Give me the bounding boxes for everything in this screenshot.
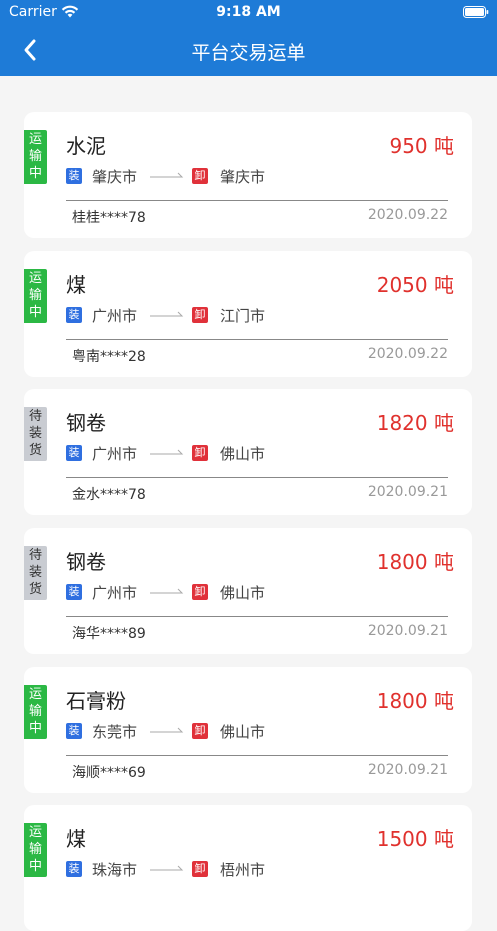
origin-city: 广州市 — [92, 583, 138, 602]
route: 装 肇庆市 卸 肇庆市 — [66, 166, 265, 186]
origin-city: 肇庆市 — [92, 167, 138, 186]
route-arrow-icon — [150, 311, 184, 317]
unload-tag: 卸 — [192, 723, 208, 739]
order-date: 2020.09.22 — [367, 207, 448, 223]
cargo-name: 水泥 — [66, 134, 106, 158]
divider — [66, 755, 448, 756]
divider — [66, 616, 448, 617]
status-badge: 待 装 货 — [24, 546, 47, 600]
route: 装 东莞市 卸 佛山市 — [66, 721, 265, 741]
page-title: 平台交易运单 — [191, 42, 306, 64]
status-char: 待 — [28, 548, 42, 563]
shipper-name: 桂桂****78 — [72, 210, 146, 226]
destination-city: 佛山市 — [220, 722, 266, 741]
status-badge: 运 输 中 — [24, 685, 47, 739]
status-char: 运 — [28, 132, 42, 147]
order-date: 2020.09.22 — [367, 346, 448, 362]
shipper-name: 粤南****28 — [72, 349, 146, 365]
route: 装 广州市 卸 佛山市 — [66, 443, 265, 463]
unload-tag: 卸 — [192, 861, 208, 877]
status-char: 中 — [28, 721, 42, 736]
cargo-weight: 1800 吨 — [376, 689, 454, 713]
destination-city: 肇庆市 — [220, 167, 266, 186]
destination-city: 佛山市 — [220, 444, 266, 463]
cargo-weight: 1800 吨 — [376, 550, 454, 574]
cargo-name: 煤 — [66, 273, 86, 297]
status-badge: 运 输 中 — [24, 823, 47, 877]
destination-city: 佛山市 — [220, 583, 266, 602]
status-bar: Carrier 9:18 AM — [0, 0, 497, 24]
cargo-weight: 2050 吨 — [376, 273, 454, 297]
route-arrow-icon — [150, 727, 184, 733]
order-date: 2020.09.21 — [367, 484, 448, 500]
cargo-weight: 1500 吨 — [376, 827, 454, 851]
order-date: 2020.09.21 — [367, 623, 448, 639]
origin-city: 珠海市 — [92, 860, 138, 879]
cargo-name: 煤 — [66, 827, 86, 851]
cargo-name: 石膏粉 — [66, 689, 126, 713]
destination-city: 梧州市 — [220, 860, 266, 879]
route-arrow-icon — [150, 865, 184, 871]
order-card[interactable]: 待 装 货 钢卷 1800 吨 装 广州市 卸 佛山市 海华****89 202… — [24, 528, 472, 654]
status-char: 输 — [28, 842, 42, 857]
origin-city: 广州市 — [92, 444, 138, 463]
status-char: 运 — [28, 825, 42, 840]
route: 装 广州市 卸 江门市 — [66, 305, 265, 325]
load-tag: 装 — [66, 584, 82, 600]
status-char: 输 — [28, 149, 42, 164]
route-arrow-icon — [150, 172, 184, 178]
origin-city: 广州市 — [92, 306, 138, 325]
nav-bar: 平台交易运单 — [0, 24, 497, 76]
order-card[interactable]: 运 输 中 煤 2050 吨 装 广州市 卸 江门市 粤南****28 2020… — [24, 251, 472, 377]
status-char: 运 — [28, 687, 42, 702]
status-badge: 运 输 中 — [24, 130, 47, 184]
status-char: 中 — [28, 305, 42, 320]
status-char: 运 — [28, 271, 42, 286]
status-char: 中 — [28, 166, 42, 181]
shipper-name: 海华****89 — [72, 626, 146, 642]
cargo-name: 钢卷 — [66, 550, 106, 574]
status-char: 货 — [28, 582, 42, 597]
route: 装 广州市 卸 佛山市 — [66, 582, 265, 602]
status-char: 中 — [28, 859, 42, 874]
cargo-weight: 950 吨 — [389, 134, 454, 158]
clock: 9:18 AM — [216, 4, 281, 20]
divider — [66, 339, 448, 340]
load-tag: 装 — [66, 723, 82, 739]
status-char: 装 — [28, 426, 42, 441]
status-char: 装 — [28, 565, 42, 580]
status-char: 待 — [28, 409, 42, 424]
cargo-name: 钢卷 — [66, 411, 106, 435]
route-arrow-icon — [150, 449, 184, 455]
status-badge: 运 输 中 — [24, 269, 47, 323]
origin-city: 东莞市 — [92, 722, 138, 741]
route-arrow-icon — [150, 588, 184, 594]
unload-tag: 卸 — [192, 584, 208, 600]
battery-icon — [463, 6, 489, 18]
destination-city: 江门市 — [220, 306, 266, 325]
unload-tag: 卸 — [192, 307, 208, 323]
load-tag: 装 — [66, 168, 82, 184]
order-date: 2020.09.21 — [367, 762, 448, 778]
unload-tag: 卸 — [192, 168, 208, 184]
load-tag: 装 — [66, 445, 82, 461]
status-char: 货 — [28, 443, 42, 458]
route: 装 珠海市 卸 梧州市 — [66, 859, 265, 879]
status-badge: 待 装 货 — [24, 407, 47, 461]
unload-tag: 卸 — [192, 445, 208, 461]
divider — [66, 477, 448, 478]
status-char: 输 — [28, 704, 42, 719]
cargo-weight: 1820 吨 — [376, 411, 454, 435]
status-char: 输 — [28, 288, 42, 303]
order-card[interactable]: 待 装 货 钢卷 1820 吨 装 广州市 卸 佛山市 金水****78 202… — [24, 389, 472, 515]
order-card[interactable]: 运 输 中 煤 1500 吨 装 珠海市 卸 梧州市 — [24, 805, 472, 931]
divider — [66, 200, 448, 201]
order-card[interactable]: 运 输 中 水泥 950 吨 装 肇庆市 卸 肇庆市 桂桂****78 2020… — [24, 112, 472, 238]
shipper-name: 海顺****69 — [72, 765, 146, 781]
order-card[interactable]: 运 输 中 石膏粉 1800 吨 装 东莞市 卸 佛山市 海顺****69 20… — [24, 667, 472, 793]
load-tag: 装 — [66, 307, 82, 323]
shipper-name: 金水****78 — [72, 487, 146, 503]
load-tag: 装 — [66, 861, 82, 877]
